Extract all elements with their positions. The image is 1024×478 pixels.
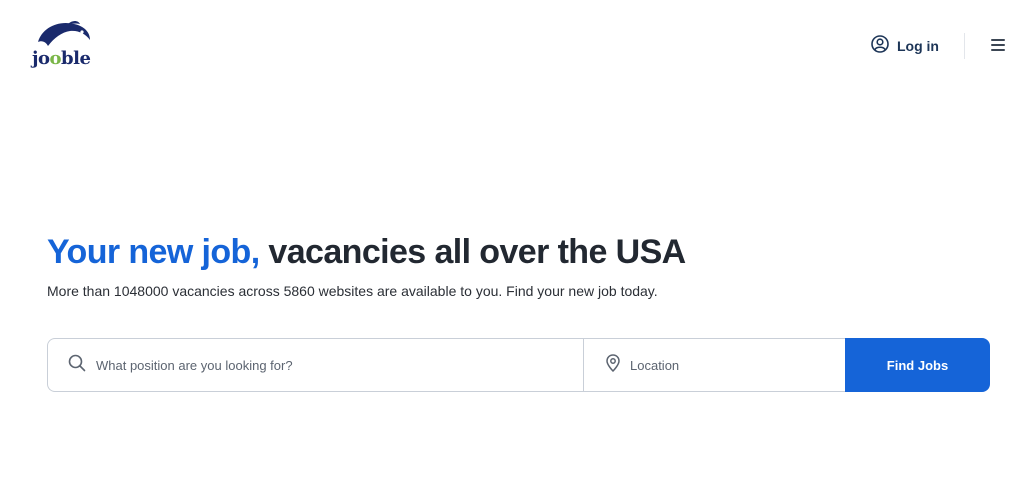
dolphin-logo-icon	[38, 21, 90, 48]
find-jobs-button[interactable]: Find Jobs	[845, 338, 990, 392]
menu-icon[interactable]	[990, 37, 1008, 55]
location-pin-icon	[606, 353, 620, 377]
jooble-logo[interactable]: jooble	[28, 18, 98, 74]
location-input[interactable]	[628, 356, 836, 374]
hero: Your new job, vacancies all over the USA…	[47, 232, 997, 299]
search-form: Find Jobs	[47, 338, 990, 392]
header-divider	[964, 33, 965, 59]
header: jooble Log in	[0, 0, 1024, 95]
login-label: Log in	[897, 38, 939, 54]
user-circle-icon	[871, 34, 889, 58]
login-link[interactable]: Log in	[871, 34, 939, 58]
title-accent: Your new job,	[47, 233, 260, 271]
page-subtitle: More than 1048000 vacancies across 5860 …	[47, 283, 658, 299]
position-field[interactable]	[47, 338, 583, 392]
position-input[interactable]	[94, 356, 536, 374]
logo-wordmark: jooble	[32, 48, 91, 69]
location-field[interactable]	[583, 338, 845, 392]
title-rest: vacancies all over the USA	[259, 233, 686, 271]
search-icon	[68, 354, 86, 377]
page-title: Your new job, vacancies all over the USA	[47, 232, 997, 272]
